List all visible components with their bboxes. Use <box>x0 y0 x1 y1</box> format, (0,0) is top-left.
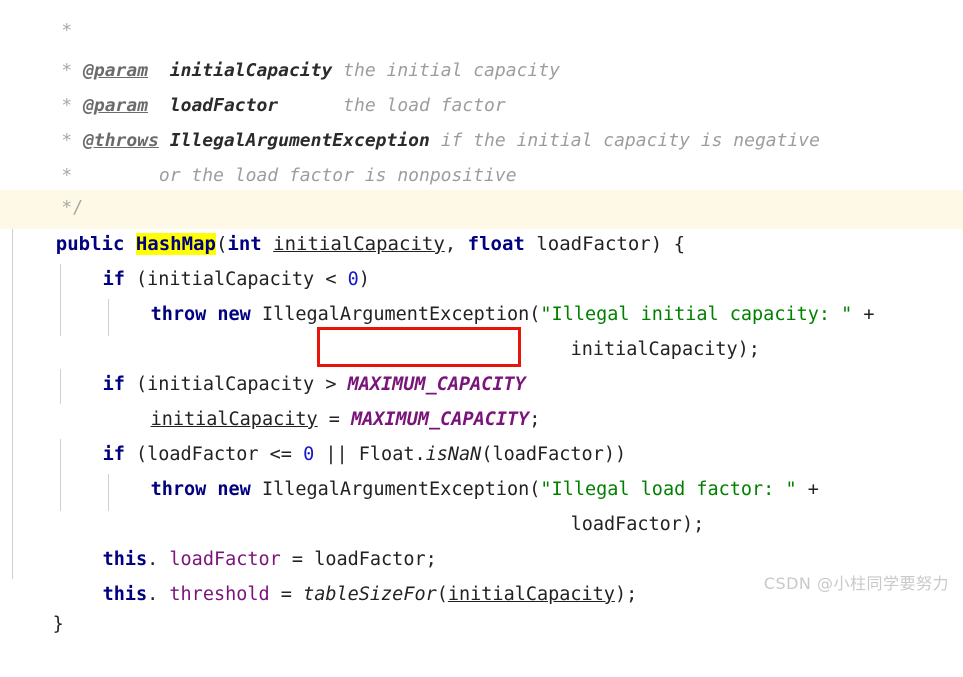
operator-concat: + <box>796 479 819 500</box>
param-loadfactor: loadFactor <box>536 233 651 255</box>
param-separator: , <box>444 233 468 255</box>
javadoc-line-throws: * @throws IllegalArgumentException if th… <box>18 88 820 151</box>
var-initialcapacity: initialCapacity <box>570 339 738 360</box>
type-float: float <box>467 233 525 255</box>
code-line-assign-max-capacity[interactable]: initialCapacity = MAXIMUM_CAPACITY; <box>106 367 541 430</box>
csdn-watermark: CSDN @小柱同学要努力 <box>763 574 949 593</box>
annotation-highlight-box-maximum-capacity <box>317 327 521 367</box>
closing-brace: } <box>52 614 64 635</box>
operator-concat: + <box>852 304 875 325</box>
class-illegalargumentexception: IllegalArgumentException <box>261 304 530 325</box>
code-line-throw-loadfactor-continuation[interactable]: loadFactor); <box>526 472 705 535</box>
javadoc-top-fragment: * <box>18 0 72 41</box>
javadoc-close: */ <box>18 155 83 218</box>
keyword-new: new <box>217 304 251 325</box>
var-loadfactor: loadFactor <box>570 514 682 535</box>
signature-tail: ) { <box>650 233 686 255</box>
code-line-throw-capacity-continuation[interactable]: initialCapacity); <box>526 297 760 360</box>
code-line-assign-this-loadfactor[interactable]: this. loadFactor = loadFactor; <box>58 507 437 570</box>
code-line-throw-loadfactor[interactable]: throw new IllegalArgumentException("Ille… <box>106 437 819 500</box>
keyword-new: new <box>217 479 251 500</box>
code-line-throw-capacity[interactable]: throw new IllegalArgumentException("Ille… <box>106 262 875 325</box>
javadoc-line-param-initialcapacity: * @param initialCapacity the initial cap… <box>18 18 560 81</box>
javadoc-line-throws-cont: * or the load factor is nonpositive <box>18 123 516 186</box>
code-editor-viewport: * * @param initialCapacity the initial c… <box>0 0 963 635</box>
method-signature-line[interactable]: public HashMap(int initialCapacity, floa… <box>10 192 685 255</box>
javadoc-line-param-loadfactor: * @param loadFactor the load factor <box>18 53 505 116</box>
class-illegalargumentexception: IllegalArgumentException <box>261 479 530 500</box>
keyword-throw: throw <box>150 479 207 500</box>
javadoc-throws-desc-cont: or the load factor is nonpositive <box>158 165 517 186</box>
code-line-if-loadfactor[interactable]: if (loadFactor <= 0 || Float.isNaN(loadF… <box>58 402 627 465</box>
code-line-assign-this-threshold[interactable]: this. threshold = tableSizeFor(initialCa… <box>58 542 638 605</box>
code-line-if-negative[interactable]: if (initialCapacity < 0) <box>58 227 370 290</box>
keyword-throw: throw <box>150 304 207 325</box>
